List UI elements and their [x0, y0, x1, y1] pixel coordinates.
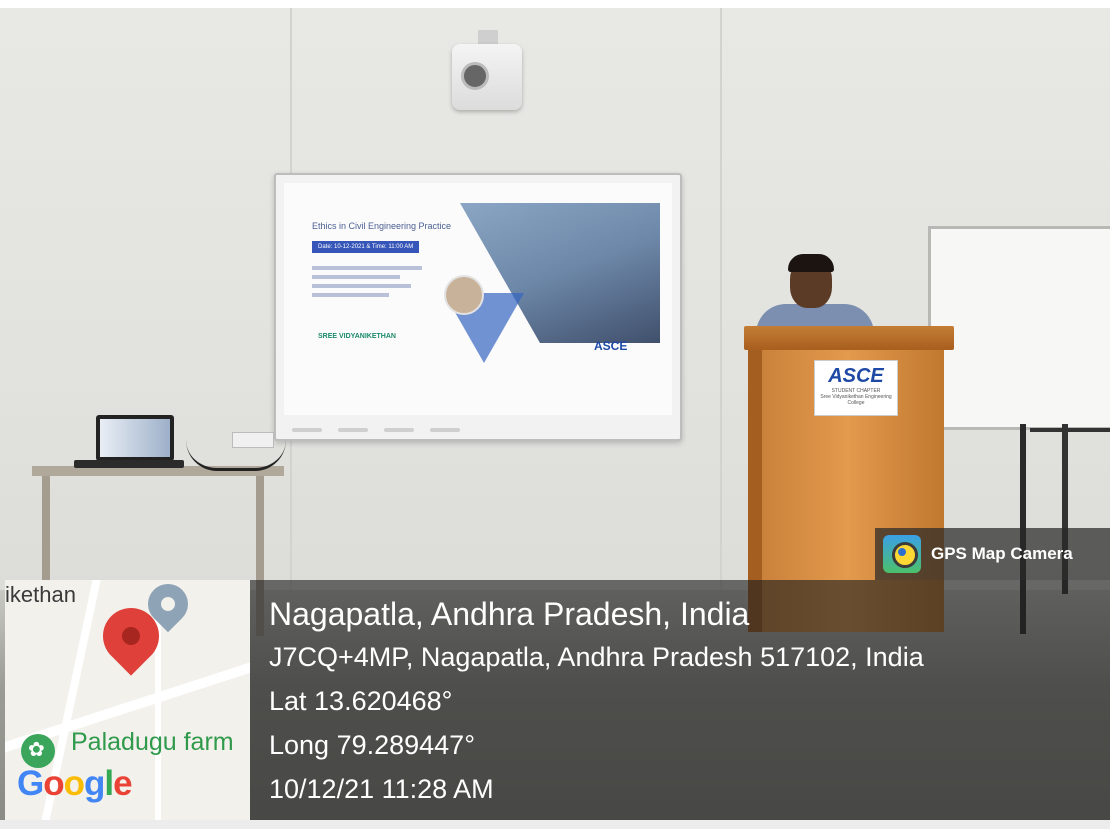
projector	[452, 44, 522, 110]
map-poi-icon	[21, 734, 55, 768]
podium-sign-sub: Sree Vidyanikethan Engineering College	[820, 394, 892, 406]
location-info-panel: Nagapatla, Andhra Pradesh, India J7CQ+4M…	[250, 580, 1110, 820]
projection-screen: Ethics in Civil Engineering Practice Dat…	[274, 173, 682, 441]
slide-text-lines	[312, 261, 422, 302]
map-thumbnail: ikethan Paladugu farm Google	[5, 580, 250, 820]
timestamp: 10/12/21 11:28 AM	[269, 774, 494, 804]
laptop-base	[74, 460, 184, 468]
whiteboard	[928, 226, 1110, 430]
photo-scene: Ethics in Civil Engineering Practice Dat…	[0, 0, 1110, 829]
podium-sign-logo: ASCE	[828, 365, 884, 387]
longitude: Long 79.289447°	[269, 730, 475, 760]
college-logo: SREE VIDYANIKETHAN	[318, 333, 396, 340]
slide-date: Date: 10-12-2021 & Time: 11:00 AM	[312, 241, 420, 253]
screen-control-bar	[284, 423, 672, 435]
speaker-hair	[788, 254, 834, 272]
podium-sign: ASCE STUDENT CHAPTER Sree Vidyanikethan …	[814, 360, 898, 416]
slide-asce-logo: ASCE	[594, 339, 628, 353]
latitude: Lat 13.620468°	[269, 686, 453, 716]
wall-seam	[720, 0, 722, 600]
podium-top	[744, 326, 954, 350]
laptop	[96, 415, 174, 461]
gps-camera-icon	[883, 535, 921, 573]
map-road	[155, 620, 161, 820]
whiteboard-stand	[1030, 428, 1110, 432]
address: J7CQ+4MP, Nagapatla, Andhra Pradesh 5171…	[269, 642, 924, 672]
map-place-label: ikethan	[5, 582, 76, 607]
gps-camera-badge: GPS Map Camera	[875, 528, 1110, 580]
speaker-avatar	[444, 275, 484, 315]
cables	[186, 440, 286, 471]
map-poi-label: Paladugu farm	[71, 728, 234, 756]
google-logo: Google	[17, 764, 133, 803]
presentation-slide: Ethics in Civil Engineering Practice Dat…	[284, 183, 672, 415]
slide-title: Ethics in Civil Engineering Practice	[312, 221, 452, 231]
top-strip	[0, 0, 1110, 8]
projector-lens	[461, 62, 489, 90]
place-title: Nagapatla, Andhra Pradesh, India	[269, 596, 750, 632]
gps-camera-label: GPS Map Camera	[931, 544, 1073, 563]
bottom-strip	[0, 820, 1110, 829]
